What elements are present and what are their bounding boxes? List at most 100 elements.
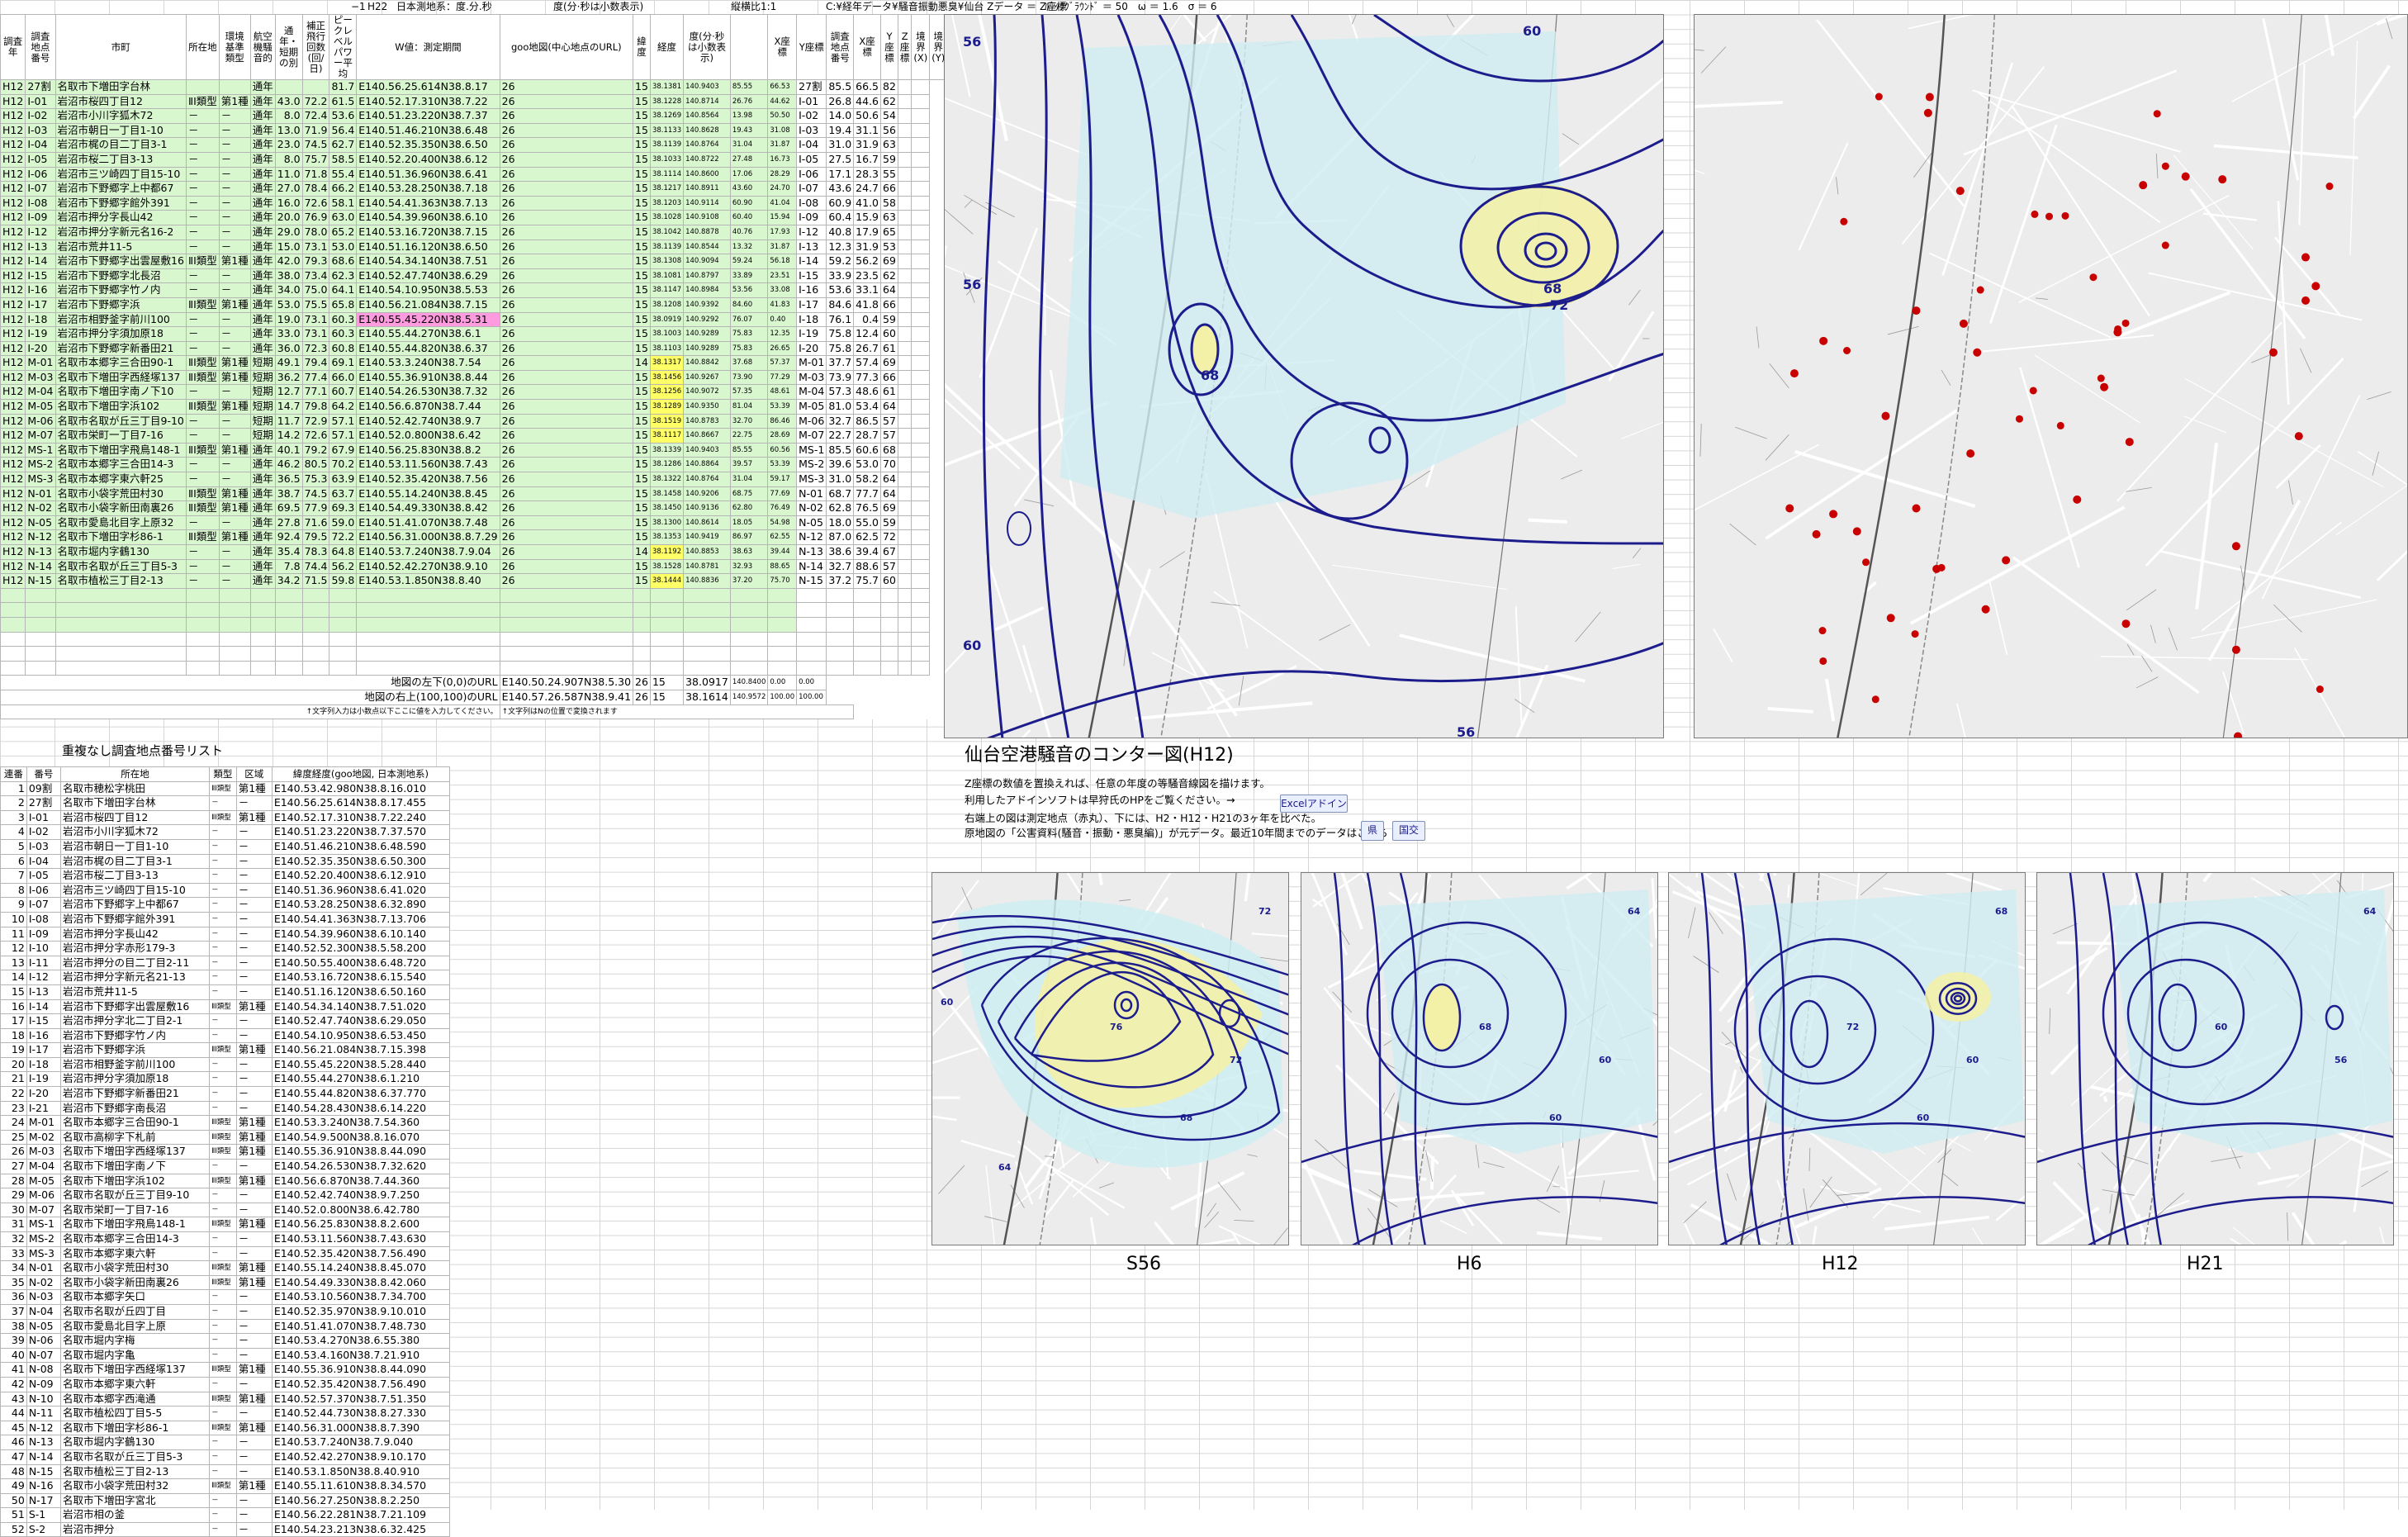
data-cell[interactable]: 26 xyxy=(500,94,633,109)
list-cell[interactable]: 名取市堀内字梅 xyxy=(60,1334,209,1349)
empty-cell[interactable] xyxy=(898,240,912,254)
column-header[interactable]: 所在地 xyxy=(186,15,219,80)
data-cell[interactable]: 通年 xyxy=(250,167,275,182)
data-cell[interactable]: 15 xyxy=(633,240,651,254)
data-cell[interactable]: MS-3 xyxy=(26,472,55,487)
list-cell[interactable]: － xyxy=(236,1290,272,1305)
data-cell[interactable]: E140.52.0.800N38.6.42 xyxy=(357,429,500,444)
empty-cell[interactable] xyxy=(912,647,930,662)
column-header[interactable]: 通年・短期の別 xyxy=(275,15,302,80)
data-cell[interactable]: － xyxy=(219,327,250,342)
list-cell[interactable]: E140.55.36.910N38.8.44.090 xyxy=(272,1363,449,1378)
data-cell[interactable]: ⅡⅠ類型 xyxy=(186,501,219,516)
column-header[interactable]: 緯度 xyxy=(633,15,651,80)
data-cell[interactable]: 岩沼市下野郷字上中都67 xyxy=(55,182,186,197)
list-cell[interactable]: 名取市小袋字新田南裏26 xyxy=(60,1275,209,1290)
data-cell[interactable]: 名取市小袋字新田南裏26 xyxy=(55,501,186,516)
empty-cell[interactable] xyxy=(275,647,302,662)
list-cell[interactable]: ⅡⅠ類型 xyxy=(210,1363,237,1378)
list-cell[interactable]: － xyxy=(236,1377,272,1392)
data-cell[interactable]: 77.7 xyxy=(854,486,881,501)
data-cell[interactable]: 75.83 xyxy=(730,341,768,356)
data-cell[interactable]: 72.6 xyxy=(302,429,329,444)
data-cell[interactable]: 26 xyxy=(500,515,633,530)
data-cell[interactable]: 15 xyxy=(633,370,651,385)
data-cell[interactable]: M-04 xyxy=(26,385,55,400)
empty-cell[interactable] xyxy=(898,400,912,415)
empty-cell[interactable] xyxy=(827,617,854,632)
empty-cell[interactable] xyxy=(912,123,930,138)
data-cell[interactable]: 通年 xyxy=(250,443,275,458)
list-cell[interactable]: 名取市下増田字杉86-1 xyxy=(60,1421,209,1435)
list-cell[interactable]: I-05 xyxy=(26,869,60,884)
empty-cell[interactable] xyxy=(55,661,186,676)
data-cell[interactable]: 39.6 xyxy=(827,458,854,472)
data-cell[interactable]: 72 xyxy=(881,530,898,545)
data-cell[interactable]: 78.4 xyxy=(302,182,329,197)
data-cell[interactable]: 59.24 xyxy=(730,254,768,269)
data-cell[interactable]: 55.4 xyxy=(329,167,357,182)
data-cell[interactable]: 19.4 xyxy=(827,123,854,138)
list-cell[interactable]: － xyxy=(210,1014,237,1029)
list-cell[interactable]: E140.54.39.960N38.6.10.140 xyxy=(272,927,449,942)
list-cell[interactable]: 12 xyxy=(1,942,27,956)
data-cell[interactable]: ⅡⅠ類型 xyxy=(186,297,219,312)
empty-cell[interactable] xyxy=(186,603,219,618)
list-cell[interactable]: － xyxy=(236,927,272,942)
data-cell[interactable]: E140.55.45.220N38.5.31 xyxy=(357,312,500,327)
data-cell[interactable]: 41.0 xyxy=(854,196,881,211)
empty-cell[interactable] xyxy=(912,545,930,560)
data-cell[interactable]: 38.1139 xyxy=(650,138,683,153)
list-cell[interactable]: ⅡⅠ類型 xyxy=(210,1174,237,1188)
empty-cell[interactable] xyxy=(219,588,250,603)
empty-cell[interactable] xyxy=(768,617,797,632)
list-cell[interactable]: 42 xyxy=(1,1377,27,1392)
data-cell[interactable]: H12 xyxy=(1,515,26,530)
data-cell[interactable]: 140.8667 xyxy=(684,429,731,444)
data-cell[interactable]: 63 xyxy=(881,211,898,225)
data-cell[interactable]: H12 xyxy=(1,458,26,472)
data-cell[interactable]: 名取市本郷字三合田14-3 xyxy=(55,458,186,472)
list-cell[interactable]: E140.56.25.830N38.8.2.600 xyxy=(272,1217,449,1232)
data-cell[interactable]: 32.7 xyxy=(827,559,854,574)
data-cell[interactable]: 79.2 xyxy=(302,443,329,458)
data-cell[interactable]: 140.8797 xyxy=(684,268,731,283)
data-cell[interactable]: 68.7 xyxy=(827,486,854,501)
measurement-point[interactable] xyxy=(2057,422,2064,429)
data-cell[interactable] xyxy=(186,80,219,95)
data-cell[interactable]: 15 xyxy=(633,515,651,530)
data-cell[interactable]: 76.1 xyxy=(827,312,854,327)
measurement-point[interactable] xyxy=(1813,530,1821,538)
data-cell[interactable]: 36.2 xyxy=(275,370,302,385)
list-cell[interactable]: MS-3 xyxy=(26,1246,60,1261)
data-cell[interactable]: 16.73 xyxy=(768,152,797,167)
data-cell[interactable]: H12 xyxy=(1,240,26,254)
data-cell[interactable]: 28.7 xyxy=(854,429,881,444)
data-cell[interactable]: 82 xyxy=(881,80,898,95)
data-cell[interactable]: N-14 xyxy=(26,559,55,574)
empty-cell[interactable] xyxy=(1,632,26,647)
data-cell[interactable]: 57.35 xyxy=(730,385,768,400)
data-cell[interactable]: H12 xyxy=(1,501,26,516)
data-cell[interactable]: 15 xyxy=(633,283,651,298)
data-cell[interactable]: 短期 xyxy=(250,385,275,400)
data-cell[interactable]: 64.2 xyxy=(329,400,357,415)
data-cell[interactable]: H12 xyxy=(1,327,26,342)
data-cell[interactable]: 71.6 xyxy=(302,515,329,530)
data-cell[interactable]: 第1種 xyxy=(219,501,250,516)
list-cell[interactable]: 4 xyxy=(1,825,27,840)
data-cell[interactable]: H12 xyxy=(1,196,26,211)
data-cell[interactable]: － xyxy=(219,182,250,197)
data-cell[interactable]: 26.7 xyxy=(854,341,881,356)
data-cell[interactable]: I-15 xyxy=(26,268,55,283)
data-cell[interactable]: I-16 xyxy=(797,283,827,298)
data-cell[interactable]: 37.68 xyxy=(730,356,768,371)
data-cell[interactable]: 岩沼市下野郷字出雲屋敷16 xyxy=(55,254,186,269)
list-cell[interactable]: E140.50.55.400N38.6.48.720 xyxy=(272,956,449,970)
list-cell[interactable]: 第1種 xyxy=(236,1217,272,1232)
empty-cell[interactable] xyxy=(250,588,275,603)
data-cell[interactable]: 15 xyxy=(633,182,651,197)
data-cell[interactable]: － xyxy=(219,574,250,589)
list-cell[interactable]: E140.53.4.160N38.7.21.910 xyxy=(272,1348,449,1363)
empty-cell[interactable] xyxy=(854,632,881,647)
